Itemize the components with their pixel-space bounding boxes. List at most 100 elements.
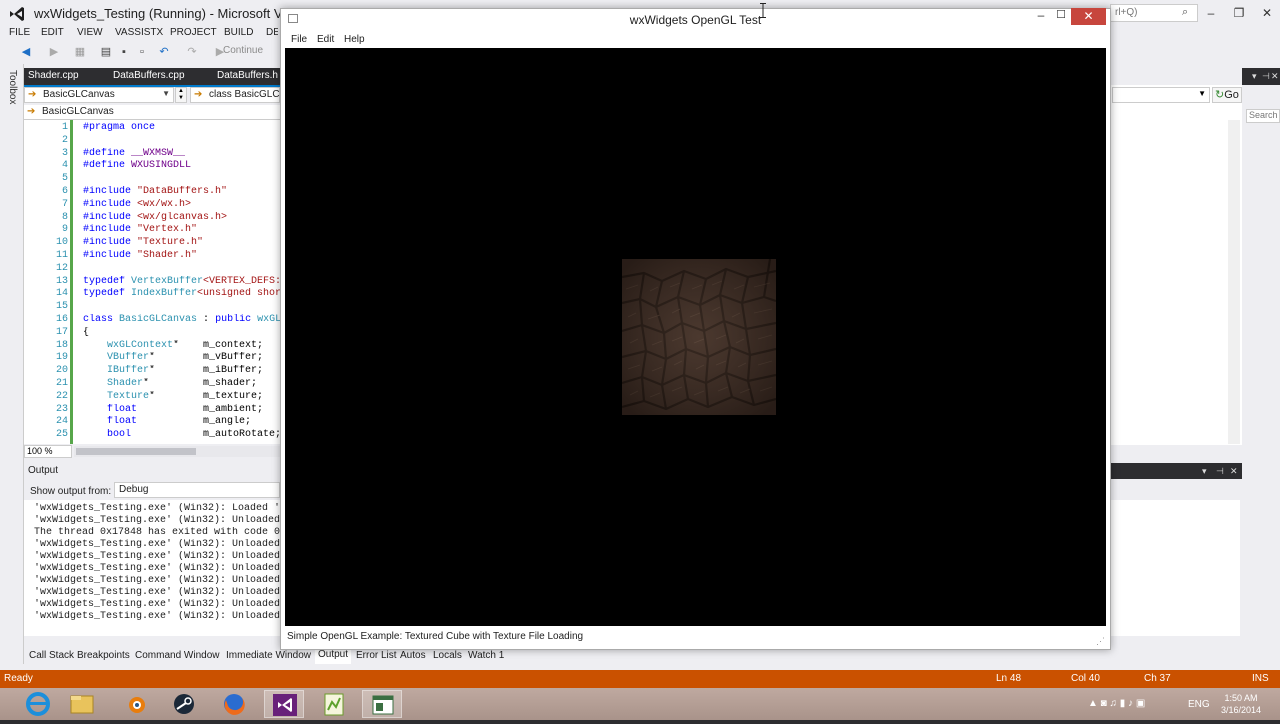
close-button[interactable]: ✕ — [1256, 4, 1278, 22]
tab-command-window[interactable]: Command Window — [135, 650, 219, 661]
new-project-icon[interactable]: ▦ — [74, 46, 86, 58]
menu-edit[interactable]: Edit — [317, 34, 334, 45]
clock[interactable]: 1:50 AM 3/16/2014 — [1220, 692, 1262, 716]
code-text: IBuffer* m_iBuffer; — [107, 365, 264, 377]
tab-shader-cpp[interactable]: Shader.cpp — [24, 69, 83, 85]
menu-vassistx[interactable]: VASSISTX — [115, 27, 163, 38]
tab-watch-1[interactable]: Watch 1 — [468, 650, 504, 661]
editor-vertical-scrollbar[interactable] — [1228, 120, 1240, 444]
search-icon[interactable]: ⌕ — [1182, 6, 1188, 19]
scope-dropdown[interactable]: ➔ BasicGLCanvas ▼ — [24, 87, 174, 103]
code-line: 24 float m_angle; — [24, 416, 280, 429]
pin-icon[interactable]: ▾ — [1252, 71, 1257, 82]
tab-immediate-window[interactable]: Immediate Window — [226, 650, 311, 661]
internet-explorer-icon[interactable] — [18, 690, 58, 718]
textured-cube — [622, 259, 776, 415]
output-line: 'wxWidgets_Testing.exe' (Win32): Unloade… — [34, 599, 280, 610]
save-icon[interactable]: ▪ — [118, 46, 130, 58]
tray-icons[interactable]: ▲ ◙ ♫ ▮ ♪ ▣ — [1088, 698, 1145, 709]
pin-icon[interactable]: ⊣ — [1216, 466, 1224, 477]
line-number: 23 — [55, 403, 68, 415]
keyboard-language[interactable]: ENG — [1188, 699, 1210, 710]
line-number: 24 — [55, 416, 68, 428]
menu-view[interactable]: VIEW — [77, 27, 103, 38]
menu-file[interactable]: File — [291, 34, 307, 45]
menu-help[interactable]: Help — [344, 34, 365, 45]
visual-studio-icon[interactable] — [264, 690, 304, 718]
menu-build[interactable]: BUILD — [224, 27, 253, 38]
output-line: 'wxWidgets_Testing.exe' (Win32): Loaded … — [34, 503, 280, 514]
scrollbar-thumb[interactable] — [76, 448, 196, 455]
dropdown-icon[interactable]: ▾ — [1202, 466, 1207, 477]
tab-databuffers-h[interactable]: DataBuffers.h — [213, 69, 282, 85]
solution-search-input[interactable]: Search — [1246, 109, 1280, 123]
code-line: 25 bool m_autoRotate; — [24, 429, 280, 442]
menu-debug[interactable]: DEBUG — [266, 27, 278, 38]
code-line: 3 #define __WXMSW__ — [24, 148, 280, 161]
notepad-plus-plus-icon[interactable] — [314, 690, 354, 718]
toolbox-tab[interactable]: Toolbox — [4, 70, 18, 104]
line-number: 14 — [55, 288, 68, 300]
clock-date: 3/16/2014 — [1220, 705, 1262, 715]
breadcrumb[interactable]: ➔ BasicGLCanvas — [24, 105, 280, 120]
right-member-dropdown[interactable]: ▼ — [1112, 87, 1210, 103]
minimize-button[interactable]: – — [1030, 8, 1052, 26]
window-title: wxWidgets OpenGL Test — [629, 13, 762, 27]
code-text: #include <wx/wx.h> — [83, 198, 192, 210]
app-window-icon[interactable] — [362, 690, 402, 718]
code-text: #pragma once — [83, 122, 156, 133]
close-icon[interactable]: ✕ — [1230, 466, 1238, 477]
close-icon[interactable]: ✕ — [1271, 71, 1279, 82]
menu-file[interactable]: FILE — [9, 27, 30, 38]
tab-autos[interactable]: Autos — [400, 650, 426, 661]
arrow-icon: ➔ — [194, 89, 203, 100]
restore-button[interactable]: ❐ — [1228, 4, 1250, 22]
app-icon — [288, 14, 298, 23]
code-line: 17 { — [24, 327, 280, 340]
minimize-button[interactable]: – — [1200, 4, 1222, 22]
code-line: 2 — [24, 135, 280, 148]
continue-button[interactable]: Continue — [223, 45, 263, 56]
menu-edit[interactable]: EDIT — [41, 27, 64, 38]
zoom-dropdown[interactable]: 100 % — [24, 445, 72, 458]
tab-output[interactable]: Output — [315, 649, 352, 664]
tab-databuffers-cpp[interactable]: DataBuffers.cpp — [109, 69, 189, 85]
maximize-button[interactable]: ☐ — [1050, 8, 1072, 26]
split-spinner[interactable]: ▲ ▼ — [175, 87, 187, 103]
code-line: 18 wxGLContext* m_context; — [24, 340, 280, 353]
code-text: #include "Shader.h" — [83, 250, 198, 261]
code-line: 9 #include "Vertex.h" — [24, 224, 280, 237]
code-text: Texture* m_texture; — [107, 390, 264, 402]
tab-call-stack[interactable]: Call Stack — [29, 650, 74, 661]
file-explorer-icon[interactable] — [62, 690, 102, 718]
undo-icon[interactable]: ↶ — [158, 46, 170, 58]
output-source-dropdown[interactable]: Debug — [114, 482, 280, 498]
resize-grip-icon[interactable]: ⋰ — [1096, 636, 1105, 647]
menu-project[interactable]: PROJECT — [170, 27, 217, 38]
clock-time: 1:50 AM — [1224, 693, 1258, 703]
go-label: Go — [1224, 89, 1239, 101]
code-text: float m_angle; — [107, 416, 252, 428]
blender-icon[interactable] — [116, 690, 156, 718]
tab-breakpoints[interactable]: Breakpoints — [77, 650, 130, 661]
back-icon[interactable]: ◀ — [20, 46, 32, 58]
tab-error-list[interactable]: Error List — [356, 650, 397, 661]
go-button[interactable]: ↻Go — [1212, 87, 1242, 103]
code-line: 12 — [24, 263, 280, 276]
pin-icon[interactable]: ⊣ — [1262, 71, 1270, 82]
member-dropdown[interactable]: ➔ class BasicGLCanvas — [190, 87, 280, 103]
forward-icon[interactable]: ▶ — [48, 46, 60, 58]
firefox-icon[interactable] — [214, 690, 254, 718]
open-file-icon[interactable]: ▤ — [100, 46, 112, 58]
code-text: float m_ambient; — [107, 403, 264, 415]
solution-panel-header: ▾ ⊣ ✕ — [1242, 68, 1280, 85]
save-all-icon[interactable]: ▫ — [136, 46, 148, 58]
code-line: 8 #include <wx/glcanvas.h> — [24, 212, 280, 225]
tab-locals[interactable]: Locals — [433, 650, 462, 661]
steam-icon[interactable] — [164, 690, 204, 718]
code-line: 16 class BasicGLCanvas : public wxGLCa — [24, 314, 280, 327]
redo-icon[interactable]: ↷ — [186, 46, 198, 58]
line-number: 3 — [61, 147, 68, 159]
line-number: 18 — [55, 339, 68, 351]
close-button[interactable]: ✕ — [1071, 8, 1106, 25]
